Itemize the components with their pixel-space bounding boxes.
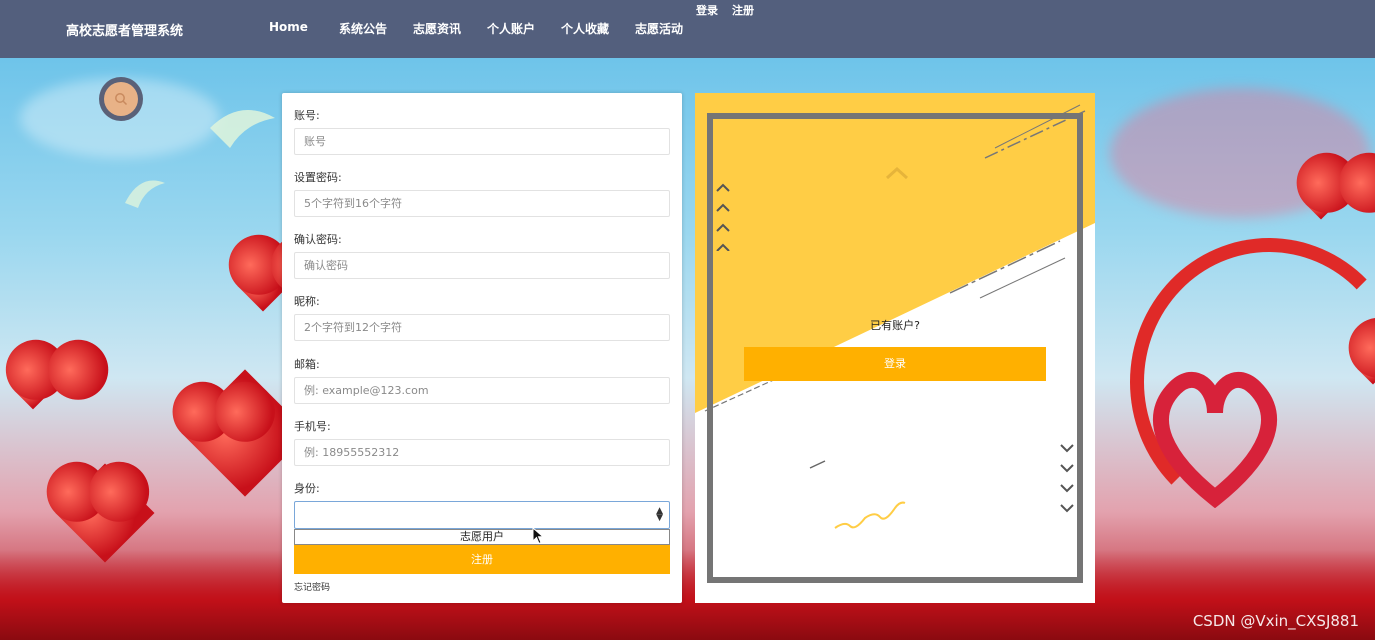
main-nav: Home 系统公告 志愿资讯 个人账户 个人收藏 志愿活动: [262, 20, 709, 37]
heart-icon: [237, 260, 289, 312]
nav-activities[interactable]: 志愿活动: [635, 20, 683, 37]
account-label: 账号:: [294, 109, 320, 122]
nickname-input[interactable]: [294, 314, 670, 341]
phone-label: 手机号:: [294, 420, 331, 433]
select-arrows-icon: ▲ ▼: [656, 506, 663, 523]
login-button[interactable]: 登录: [744, 347, 1046, 381]
background-scene: [0, 58, 1375, 640]
chevrons-down-icon: [1060, 444, 1074, 513]
identity-select[interactable]: ▲ ▼: [294, 501, 670, 529]
nickname-label: 昵称:: [294, 295, 320, 308]
confirm-password-input[interactable]: [294, 252, 670, 279]
identity-label: 身份:: [294, 482, 320, 495]
nav-news[interactable]: 志愿资讯: [413, 20, 461, 37]
register-form: 账号: 设置密码: 确认密码: 昵称: 邮箱: 手机号: 身份: ▲▼ 志愿用户…: [282, 93, 682, 603]
heart-icon: [14, 372, 52, 410]
auth-links: 登录 注册: [696, 2, 768, 18]
nav-announcements[interactable]: 系统公告: [339, 20, 387, 37]
nav-home[interactable]: Home: [269, 20, 308, 37]
identity-option-volunteer[interactable]: 志愿用户: [294, 529, 670, 545]
watermark: CSDN @Vxin_CXSJ881: [1192, 612, 1359, 630]
confirm-password-label: 确认密码:: [294, 233, 342, 246]
email-label: 邮箱:: [294, 358, 320, 371]
mouse-cursor-icon: [532, 527, 544, 545]
password-input[interactable]: [294, 190, 670, 217]
password-label: 设置密码:: [294, 171, 342, 184]
login-panel: 已有账户? 登录: [695, 93, 1095, 603]
nav-account[interactable]: 个人账户: [487, 20, 535, 37]
search-button[interactable]: [99, 77, 143, 121]
search-icon: [115, 93, 128, 106]
heart-icon: [1305, 188, 1337, 220]
forgot-password-link[interactable]: 忘记密码: [294, 580, 330, 593]
phone-input[interactable]: [294, 439, 670, 466]
search-button-inner: [104, 82, 138, 116]
hands-heart-logo: [1152, 371, 1278, 508]
heart-icon: [55, 463, 155, 563]
register-link[interactable]: 注册: [732, 2, 754, 18]
login-link[interactable]: 登录: [696, 2, 718, 18]
account-input[interactable]: [294, 128, 670, 155]
has-account-text: 已有账户?: [870, 319, 920, 332]
top-navbar: 高校志愿者管理系统 Home 系统公告 志愿资讯 个人账户 个人收藏 志愿活动 …: [0, 0, 1375, 58]
register-button[interactable]: 注册: [294, 545, 670, 574]
chevrons-up-icon: [716, 183, 730, 251]
red-silk: [0, 550, 1375, 640]
email-input[interactable]: [294, 377, 670, 404]
site-title: 高校志愿者管理系统: [66, 24, 184, 39]
nav-favorites[interactable]: 个人收藏: [561, 20, 609, 37]
